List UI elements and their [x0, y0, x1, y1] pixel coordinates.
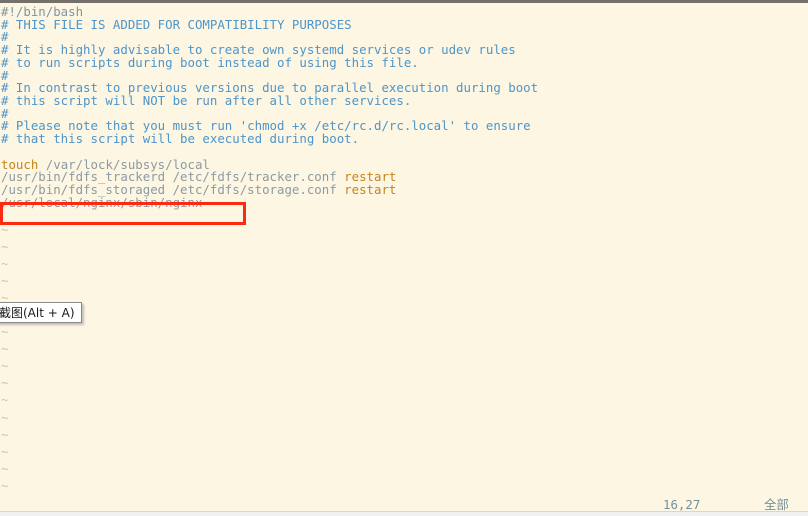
code-line: /usr/local/nginx/sbin/nginx [0, 194, 808, 210]
code-token: # THIS FILE IS ADDED FOR COMPATIBILITY P… [1, 16, 352, 32]
cursor-position-indicator: 16,27 [663, 497, 701, 512]
empty-line-marker: ~ [1, 409, 9, 425]
code-token: restart [344, 182, 397, 198]
empty-line-marker: ~ [1, 426, 9, 442]
code-line: # that this script will be executed duri… [0, 131, 808, 147]
empty-line-markers: ~~~~~~~~~~~~~~~~~ [0, 221, 808, 498]
empty-line-marker: ~ [1, 324, 9, 340]
empty-line-marker: ~ [1, 460, 9, 476]
empty-line-marker: ~ [1, 375, 9, 391]
empty-line-marker: ~ [1, 290, 9, 306]
empty-line-marker: ~ [1, 392, 9, 408]
window-bottom-edge [0, 511, 808, 516]
code-token: # this script will NOT be run after all … [1, 93, 412, 109]
code-token: # to run scripts during boot instead of … [1, 54, 419, 70]
empty-line-marker: ~ [1, 443, 9, 459]
empty-line-marker: ~ [1, 273, 9, 289]
code-line: # this script will NOT be run after all … [0, 93, 808, 109]
code-lines: #!/bin/bash # THIS FILE IS ADDED FOR COMP… [0, 6, 808, 210]
status-bar: 16,27 全部 [0, 498, 808, 511]
screenshot-tooltip: 截图(Alt + A) [0, 302, 82, 323]
code-line: # to run scripts during boot instead of … [0, 54, 808, 70]
scroll-position-indicator: 全部 [764, 497, 789, 512]
code-token: # that this script will be executed duri… [1, 131, 360, 147]
empty-line-marker: ~ [1, 341, 9, 357]
code-line: # THIS FILE IS ADDED FOR COMPATIBILITY P… [0, 16, 808, 32]
empty-line-marker: ~ [1, 239, 9, 255]
empty-line-marker: ~ [0, 306, 808, 323]
code-token: /usr/local/nginx/sbin/nginx [1, 194, 203, 210]
editor-text-area[interactable]: #!/bin/bash # THIS FILE IS ADDED FOR COMP… [0, 6, 808, 498]
empty-line-marker: ~ [1, 358, 9, 374]
empty-line-marker: ~ [1, 477, 9, 493]
empty-line-marker: ~ [1, 256, 9, 272]
vim-window: #!/bin/bash # THIS FILE IS ADDED FOR COMP… [0, 0, 808, 516]
empty-line-marker: ~ [1, 222, 9, 237]
